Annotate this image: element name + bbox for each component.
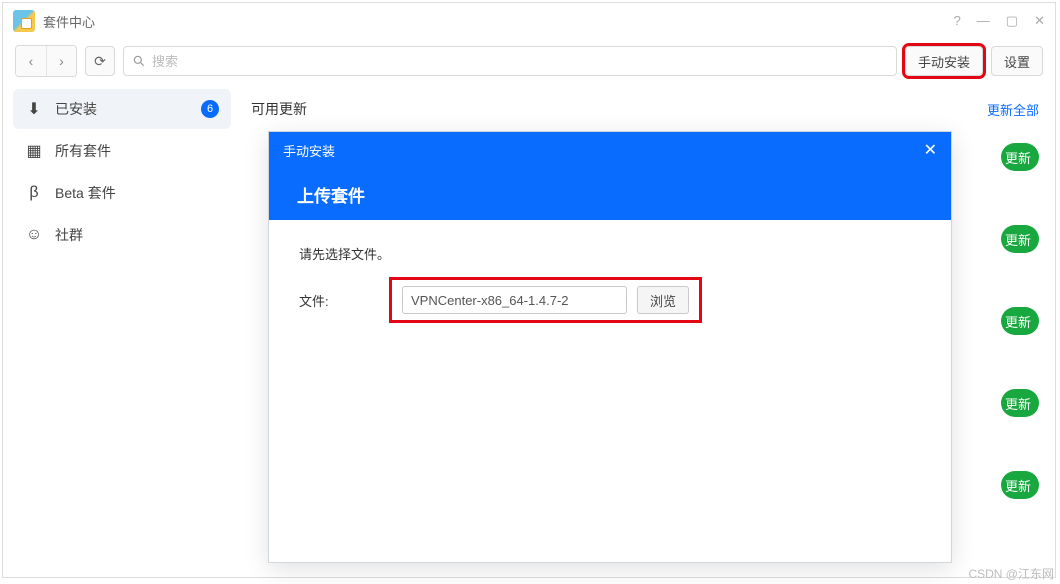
section-title: 可用更新 bbox=[251, 99, 307, 119]
community-icon: ☺ bbox=[25, 226, 43, 244]
grid-icon: ▦ bbox=[25, 141, 43, 161]
sidebar: ⬇ 已安装 6 ▦ 所有套件 β Beta 套件 ☺ 社群 bbox=[3, 83, 241, 577]
sidebar-item-installed[interactable]: ⬇ 已安装 6 bbox=[13, 89, 231, 129]
update-all-link[interactable]: 更新全部 bbox=[987, 100, 1039, 119]
file-path-input[interactable] bbox=[402, 286, 627, 314]
nav-back-button[interactable]: ‹ bbox=[16, 46, 46, 76]
download-icon: ⬇ bbox=[25, 99, 43, 119]
modal-header: 手动安装 ✕ bbox=[269, 132, 951, 168]
beta-icon: β bbox=[25, 184, 43, 202]
update-button[interactable]: 更新 bbox=[1001, 307, 1039, 335]
sidebar-item-beta[interactable]: β Beta 套件 bbox=[13, 173, 231, 213]
installed-count-badge: 6 bbox=[201, 100, 219, 118]
app-window: 套件中心 ? — ▢ ✕ ‹ › ⟳ 手动安装 设置 ⬇ 已安装 6 bbox=[2, 2, 1056, 578]
search-field[interactable] bbox=[123, 46, 897, 76]
maximize-icon[interactable]: ▢ bbox=[1006, 13, 1018, 29]
manual-install-modal: 手动安装 ✕ 上传套件 请先选择文件。 文件: 浏览 bbox=[268, 131, 952, 563]
manual-install-button[interactable]: 手动安装 bbox=[905, 46, 983, 76]
sidebar-item-label: 社群 bbox=[55, 225, 219, 245]
update-button[interactable]: 更新 bbox=[1001, 471, 1039, 499]
sidebar-item-label: 所有套件 bbox=[55, 141, 219, 161]
help-icon[interactable]: ? bbox=[954, 13, 961, 29]
titlebar-controls: ? — ▢ ✕ bbox=[954, 13, 1045, 29]
toolbar: ‹ › ⟳ 手动安装 设置 bbox=[3, 39, 1055, 83]
minimize-icon[interactable]: — bbox=[977, 13, 990, 29]
browse-button[interactable]: 浏览 bbox=[637, 286, 689, 314]
search-input[interactable] bbox=[152, 54, 888, 69]
window-title: 套件中心 bbox=[43, 12, 95, 31]
titlebar: 套件中心 ? — ▢ ✕ bbox=[3, 3, 1055, 39]
sidebar-item-label: Beta 套件 bbox=[55, 183, 219, 203]
watermark: CSDN @江东网 bbox=[968, 565, 1054, 582]
app-icon bbox=[13, 10, 35, 32]
update-button[interactable]: 更新 bbox=[1001, 225, 1039, 253]
modal-title: 上传套件 bbox=[269, 168, 951, 220]
refresh-button[interactable]: ⟳ bbox=[85, 46, 115, 76]
file-label: 文件: bbox=[299, 291, 339, 310]
section-header: 可用更新 更新全部 bbox=[251, 93, 1039, 125]
modal-hint: 请先选择文件。 bbox=[299, 244, 921, 263]
modal-header-text: 手动安装 bbox=[283, 141, 335, 160]
update-button[interactable]: 更新 bbox=[1001, 389, 1039, 417]
modal-close-icon[interactable]: ✕ bbox=[924, 140, 937, 160]
file-input-group: 浏览 bbox=[389, 277, 702, 323]
update-list: 更新 更新 更新 更新 更新 bbox=[1001, 143, 1039, 499]
settings-button[interactable]: 设置 bbox=[991, 46, 1043, 76]
close-icon[interactable]: ✕ bbox=[1034, 13, 1045, 29]
nav-forward-button[interactable]: › bbox=[46, 46, 76, 76]
sidebar-item-community[interactable]: ☺ 社群 bbox=[13, 215, 231, 255]
update-button[interactable]: 更新 bbox=[1001, 143, 1039, 171]
nav-group: ‹ › bbox=[15, 45, 77, 77]
sidebar-item-label: 已安装 bbox=[55, 99, 189, 119]
search-icon bbox=[132, 54, 146, 68]
file-row: 文件: 浏览 bbox=[299, 277, 921, 323]
refresh-icon: ⟳ bbox=[94, 53, 106, 70]
modal-body: 请先选择文件。 文件: 浏览 bbox=[269, 220, 951, 347]
sidebar-item-all[interactable]: ▦ 所有套件 bbox=[13, 131, 231, 171]
